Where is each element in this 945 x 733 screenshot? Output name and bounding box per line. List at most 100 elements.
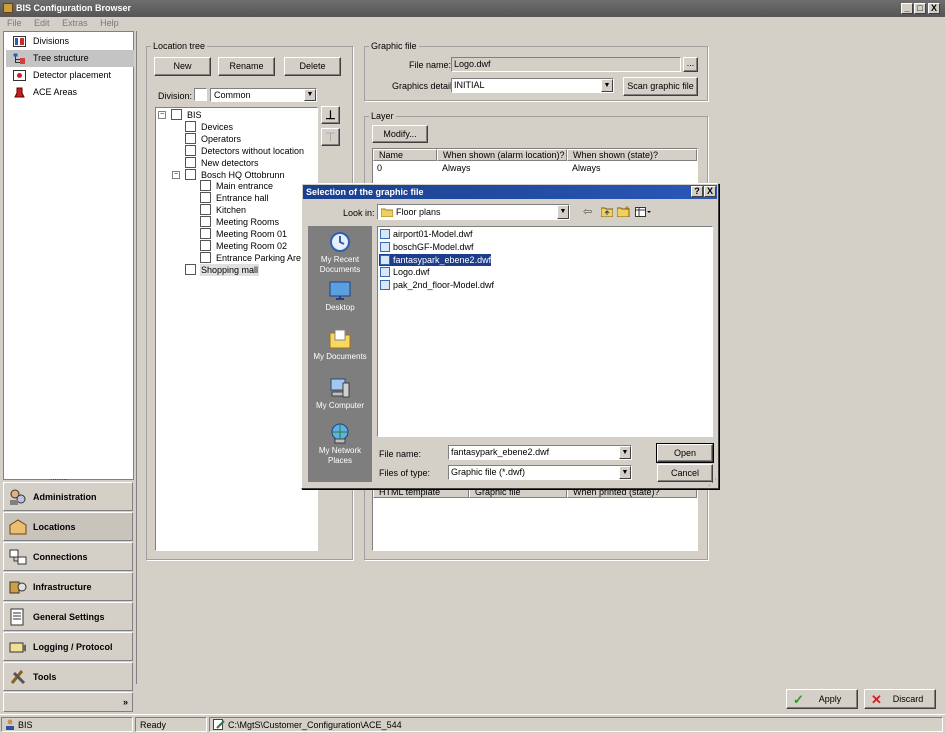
- view-menu-icon[interactable]: [635, 207, 651, 217]
- node-checkbox[interactable]: [200, 228, 211, 239]
- chevron-down-icon[interactable]: ▼: [601, 79, 613, 92]
- place-desktop[interactable]: Desktop: [308, 279, 372, 313]
- section-general-settings[interactable]: General Settings: [3, 602, 133, 631]
- splitter-handle[interactable]: ........: [50, 473, 68, 482]
- place-network[interactable]: My Network Places: [308, 422, 372, 466]
- file-item[interactable]: Logo.dwf: [379, 266, 430, 278]
- file-item[interactable]: pak_2nd_floor-Model.dwf: [379, 279, 494, 291]
- division-label: Division:: [158, 91, 193, 101]
- resize-grip-icon[interactable]: ⋰: [708, 477, 717, 488]
- node-checkbox[interactable]: [185, 120, 196, 132]
- layer-col-alarm[interactable]: When shown (alarm location)?: [437, 149, 567, 161]
- layer-col-state[interactable]: When shown (state)?: [567, 149, 697, 161]
- chevron-down-icon[interactable]: ▼: [304, 89, 316, 101]
- recent-documents-icon: [330, 232, 350, 252]
- status-user: BIS: [1, 717, 133, 732]
- section-tools[interactable]: Tools: [3, 662, 133, 691]
- rename-button[interactable]: Rename: [218, 57, 275, 76]
- dwf-file-icon: [380, 229, 390, 239]
- file-item[interactable]: fantasypark_ebene2.dwf: [377, 252, 493, 267]
- scan-graphic-file-button[interactable]: Scan graphic file: [623, 77, 698, 96]
- section-locations[interactable]: Locations: [3, 512, 133, 541]
- section-connections[interactable]: Connections: [3, 542, 133, 571]
- node-checkbox[interactable]: [171, 109, 182, 120]
- network-places-icon: [331, 423, 349, 444]
- administration-icon: [10, 489, 26, 505]
- menu-extras[interactable]: Extras: [62, 18, 88, 28]
- more-sections-button[interactable]: »: [3, 692, 133, 712]
- look-in-select[interactable]: Floor plans: [377, 204, 570, 220]
- browse-button[interactable]: ...: [683, 57, 698, 72]
- collapse-icon[interactable]: −: [172, 170, 180, 179]
- window-titlebar: BIS Configuration Browser: [0, 0, 945, 17]
- file-type-select[interactable]: Graphic file (*.dwf): [448, 465, 632, 480]
- file-item[interactable]: airport01-Model.dwf: [379, 228, 473, 240]
- close-button[interactable]: X: [928, 3, 940, 14]
- node-checkbox[interactable]: [200, 216, 211, 228]
- layer-cell[interactable]: 0: [377, 163, 382, 173]
- move-up-icon: ⊥: [325, 108, 336, 122]
- layer-cell[interactable]: Always: [442, 163, 471, 173]
- nav-item-divisions[interactable]: Divisions: [6, 33, 134, 50]
- menu-edit[interactable]: Edit: [34, 18, 50, 28]
- node-checkbox[interactable]: [185, 156, 196, 168]
- discard-button[interactable]: ✕ Discard: [864, 689, 936, 709]
- node-checkbox[interactable]: [200, 239, 211, 251]
- move-top-button[interactable]: ⊤: [321, 128, 340, 146]
- place-recent-documents[interactable]: My Recent Documents: [308, 231, 372, 275]
- graphics-detail-label: Graphics detail:: [392, 81, 455, 91]
- graphics-detail-select[interactable]: INITIAL: [451, 78, 614, 93]
- maximize-button[interactable]: □: [914, 3, 926, 14]
- node-checkbox[interactable]: [185, 263, 196, 275]
- logging-icon: [9, 642, 26, 653]
- nav-item-detector-placement[interactable]: Detector placement: [6, 67, 134, 84]
- move-up-button[interactable]: ⊥: [321, 106, 340, 124]
- node-checkbox[interactable]: [185, 132, 196, 144]
- node-checkbox[interactable]: [200, 180, 211, 192]
- dialog-file-name-input[interactable]: fantasypark_ebene2.dwf: [448, 445, 632, 460]
- section-infrastructure[interactable]: Infrastructure: [3, 572, 133, 601]
- cancel-button[interactable]: Cancel: [657, 464, 713, 482]
- dialog-close-button[interactable]: X: [704, 186, 716, 197]
- section-logging[interactable]: Logging / Protocol: [3, 632, 133, 661]
- menu-file[interactable]: File: [7, 18, 22, 28]
- new-folder-icon[interactable]: [617, 206, 630, 217]
- node-checkbox[interactable]: [200, 251, 211, 263]
- connections-icon: [9, 549, 27, 565]
- chevron-down-icon[interactable]: ▼: [619, 446, 631, 459]
- new-button[interactable]: New: [154, 57, 211, 76]
- collapse-icon[interactable]: −: [158, 111, 166, 119]
- section-administration[interactable]: Administration: [3, 482, 133, 511]
- dialog-help-button[interactable]: ?: [691, 186, 703, 197]
- chevron-right-icon: »: [122, 697, 128, 707]
- window-title: BIS Configuration Browser: [16, 3, 132, 13]
- node-checkbox[interactable]: [200, 192, 211, 204]
- dwf-file-icon: [380, 280, 390, 291]
- nav-item-ace-areas[interactable]: ACE Areas: [6, 84, 134, 101]
- infrastructure-icon: [9, 581, 27, 594]
- layer-col-name[interactable]: Name: [373, 149, 437, 161]
- up-folder-icon[interactable]: [601, 207, 613, 217]
- place-my-computer[interactable]: My Computer: [308, 377, 372, 411]
- minimize-button[interactable]: _: [901, 3, 913, 14]
- graphic-file-label: Graphic file: [369, 41, 419, 51]
- nav-item-tree-structure[interactable]: Tree structure: [6, 50, 134, 67]
- layer-cell[interactable]: Always: [572, 163, 601, 173]
- chevron-down-icon[interactable]: ▼: [557, 205, 569, 219]
- place-my-documents[interactable]: My Documents: [308, 328, 372, 362]
- apply-button[interactable]: ✓ Apply: [786, 689, 858, 709]
- node-checkbox[interactable]: [200, 204, 211, 216]
- chevron-down-icon[interactable]: ▼: [619, 466, 631, 479]
- node-checkbox[interactable]: [185, 144, 196, 156]
- menu-help[interactable]: Help: [100, 18, 119, 28]
- delete-button[interactable]: Delete: [284, 57, 341, 76]
- node-checkbox[interactable]: [185, 168, 196, 180]
- back-icon[interactable]: ⇦: [583, 205, 592, 218]
- open-button[interactable]: Open: [656, 443, 714, 463]
- ace-area-icon: [14, 87, 25, 98]
- division-select[interactable]: Common: [210, 88, 317, 102]
- file-item[interactable]: boschGF-Model.dwf: [379, 241, 474, 253]
- division-color-swatch: [194, 88, 207, 101]
- dwf-file-icon: [380, 241, 390, 252]
- modify-button[interactable]: Modify...: [372, 125, 428, 143]
